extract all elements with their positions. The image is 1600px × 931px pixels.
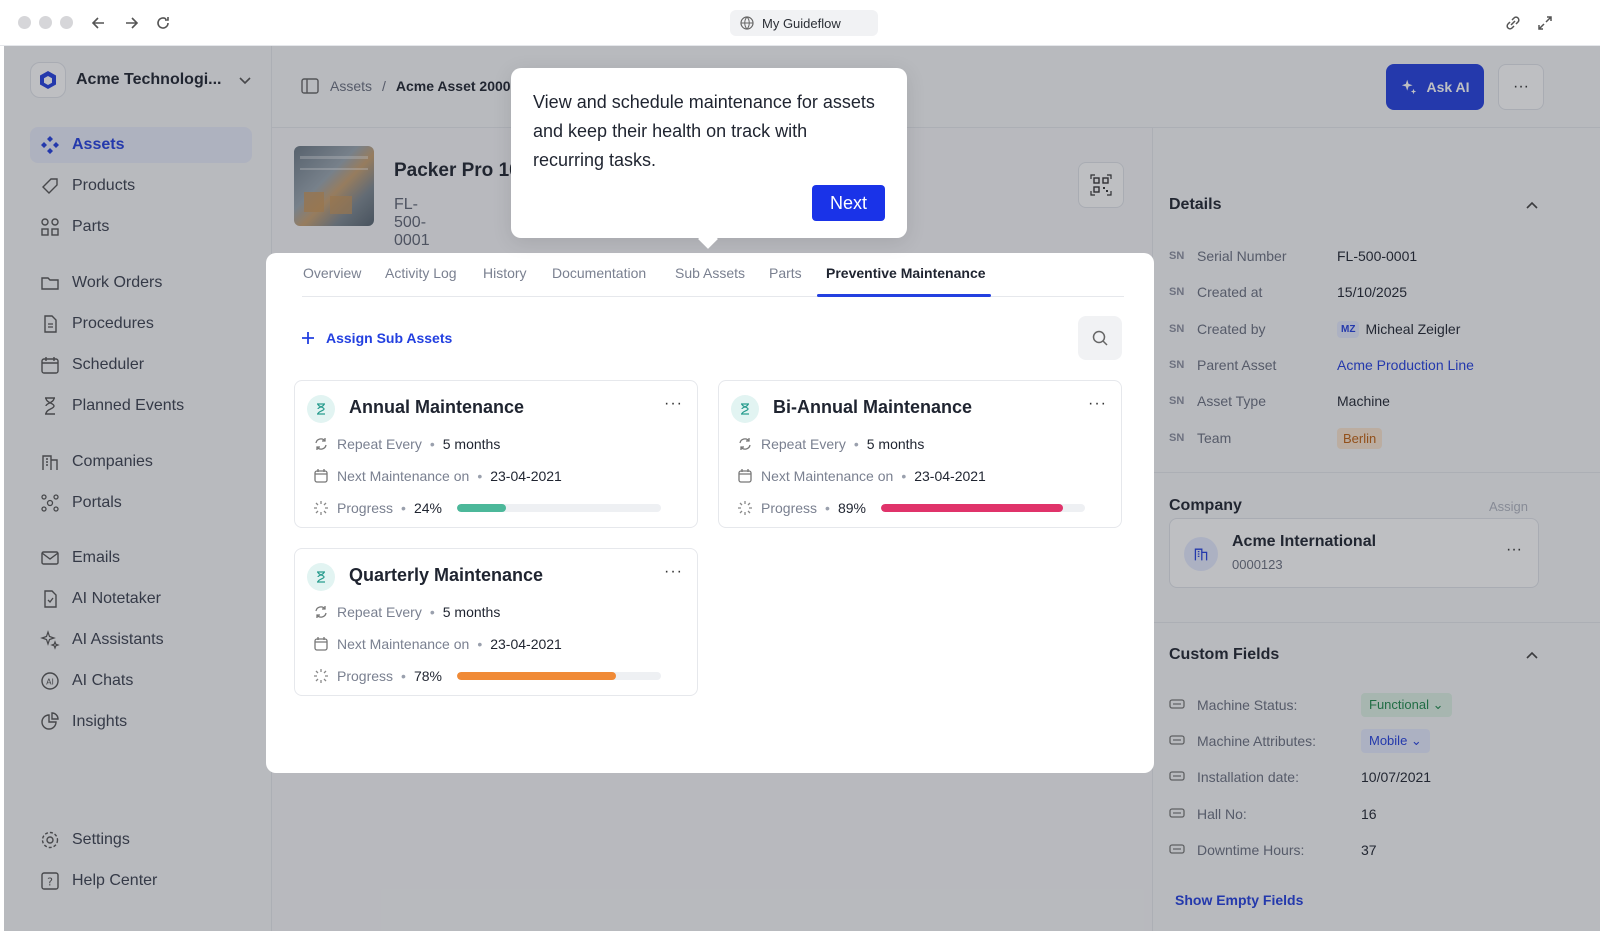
next-maintenance-row: Next Maintenance on • 23-04-2021 [313,634,562,654]
tab-history[interactable]: History [483,265,527,281]
loader-icon [738,501,752,515]
repeat-row: Repeat Every • 5 months [313,434,500,454]
tab-preventive-maintenance[interactable]: Preventive Maintenance [826,265,986,281]
repeat-value: 5 months [442,604,501,620]
maintenance-title: Annual Maintenance [349,397,525,417]
search-icon [1092,330,1108,346]
next-maintenance-row: Next Maintenance on • 23-04-2021 [313,466,562,486]
progress-row: Progress • 89% [737,498,866,518]
progress-value: 24% [413,500,442,516]
window-zoom-dot[interactable] [60,16,73,29]
url-bar[interactable]: My Guideflow [730,10,878,36]
progress-label: Progress [337,500,394,516]
tooltip-text: View and schedule maintenance for assets… [533,92,875,170]
maintenance-title: Bi-Annual Maintenance [773,397,973,417]
progress-fill [457,672,617,680]
window-close-dot[interactable] [18,16,31,29]
tab-activity-log[interactable]: Activity Log [385,265,457,281]
card-more-icon[interactable]: ··· [664,395,683,413]
progress-fill [457,504,506,512]
maintenance-title: Quarterly Maintenance [349,565,544,585]
next-value: 23-04-2021 [490,468,562,484]
forward-arrow-icon[interactable] [120,12,142,34]
tab-documentation[interactable]: Documentation [552,265,646,281]
repeat-row: Repeat Every • 5 months [737,434,924,454]
repeat-label: Repeat Every [337,604,422,620]
card-more-icon[interactable]: ··· [1088,395,1107,413]
repeat-row: Repeat Every • 5 months [313,602,500,622]
next-label: Next Maintenance on [337,636,470,652]
plus-icon [302,332,314,344]
repeat-value: 5 months [866,436,925,452]
browser-chrome: My Guideflow [0,0,1600,46]
tab-parts[interactable]: Parts [769,265,802,281]
next-value: 23-04-2021 [914,468,986,484]
loader-icon [314,669,328,683]
maintenance-card-quarterly[interactable]: Quarterly Maintenance ··· Repeat Every • 5… [294,548,698,696]
progress-bar [457,672,661,680]
next-label: Next Maintenance on [761,468,894,484]
preventive-maintenance-panel: Overview Activity Log History Documentat… [266,253,1154,773]
progress-value: 78% [413,668,442,684]
window-minimize-dot[interactable] [39,16,52,29]
assign-label: Assign Sub Assets [326,330,453,346]
calendar-icon [314,637,328,651]
url-title: My Guideflow [762,15,841,31]
repeat-icon [315,438,327,450]
back-arrow-icon[interactable] [88,12,110,34]
tab-bar: Overview Activity Log History Documentat… [302,253,1124,297]
globe-icon [740,16,754,30]
maintenance-card-bi-annual[interactable]: Bi-Annual Maintenance ··· Repeat Every • 5… [718,380,1122,528]
progress-row: Progress • 78% [313,666,442,686]
reload-icon[interactable] [152,12,174,34]
repeat-value: 5 months [442,436,501,452]
tab-overview[interactable]: Overview [303,265,361,281]
repeat-icon [315,606,327,618]
hourglass-icon [307,395,335,423]
tour-tooltip: View and schedule maintenance for assets… [511,68,907,249]
tab-sub-assets[interactable]: Sub Assets [675,265,745,281]
search-button[interactable] [1078,316,1122,360]
expand-icon[interactable] [1534,12,1556,34]
calendar-icon [314,469,328,483]
hourglass-icon [731,395,759,423]
hourglass-icon [307,563,335,591]
card-more-icon[interactable]: ··· [664,563,683,581]
loader-icon [314,501,328,515]
progress-label: Progress [761,500,818,516]
next-label: Next Maintenance on [337,468,470,484]
link-icon[interactable] [1502,12,1524,34]
progress-row: Progress • 24% [313,498,442,518]
progress-fill [881,504,1063,512]
assign-sub-assets-button[interactable]: Assign Sub Assets [300,330,452,346]
repeat-label: Repeat Every [761,436,846,452]
progress-bar [881,504,1085,512]
progress-value: 89% [837,500,866,516]
progress-bar [457,504,661,512]
next-value: 23-04-2021 [490,636,562,652]
next-maintenance-row: Next Maintenance on • 23-04-2021 [737,466,986,486]
maintenance-card-annual[interactable]: Annual Maintenance ··· Repeat Every • 5 mo… [294,380,698,528]
calendar-icon [738,469,752,483]
active-tab-indicator [817,294,991,297]
progress-label: Progress [337,668,394,684]
repeat-label: Repeat Every [337,436,422,452]
repeat-icon [739,438,751,450]
tooltip-next-button[interactable]: Next [812,185,885,221]
